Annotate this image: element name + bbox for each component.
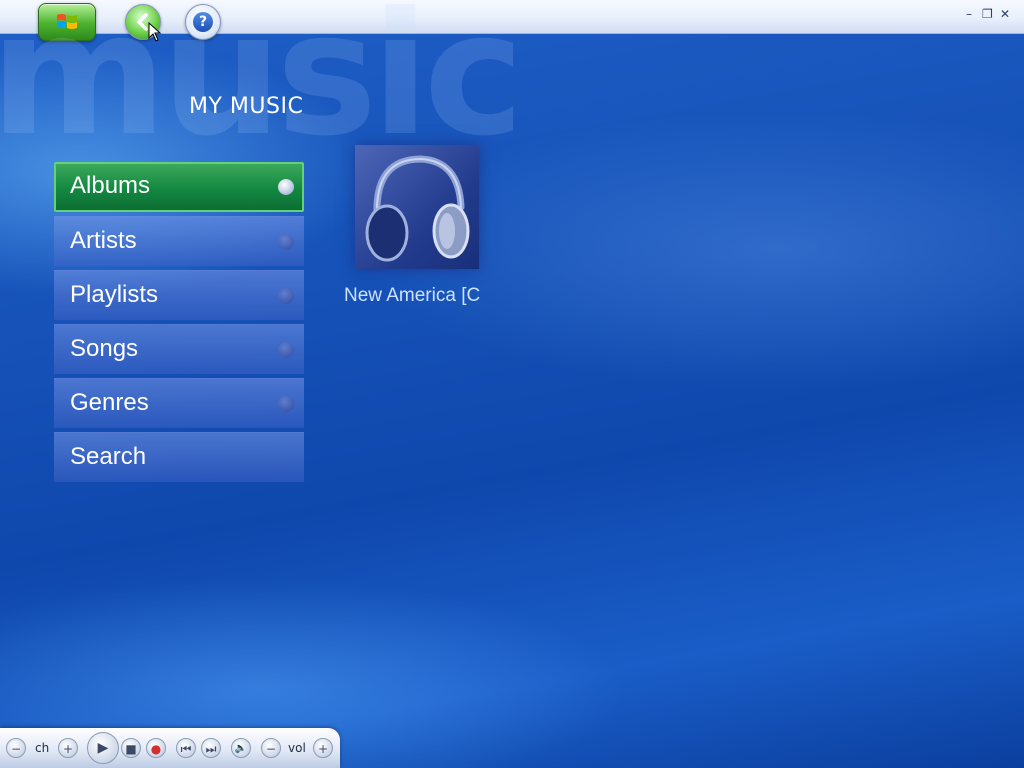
menu-item-label: Genres [70,389,149,416]
transport-controls: − ch + ▶ ■ ● ⏮ ⏭ 🔈 − vol + [0,728,340,768]
menu-item-label: Artists [70,227,137,254]
stop-button[interactable]: ■ [121,738,141,758]
album-art [355,145,479,269]
menu-item-search[interactable]: Search [54,432,304,482]
menu-item-playlists[interactable]: Playlists [54,270,304,320]
headphones-icon [365,155,470,262]
menu-item-label: Songs [70,335,139,362]
channel-down-button[interactable]: − [6,738,26,758]
menu-item-label: Search [70,443,147,470]
channel-label: ch [35,741,50,755]
menu-item-label: Albums [70,172,151,199]
menu-item-artists[interactable]: Artists [54,216,304,266]
menu-item-albums[interactable]: Albums [54,162,304,212]
selection-indicator [278,288,294,304]
menu-item-genres[interactable]: Genres [54,378,304,428]
volume-down-button[interactable]: − [261,738,281,758]
selection-indicator [278,342,294,358]
close-button[interactable]: ✕ [1000,7,1010,21]
volume-up-button[interactable]: + [313,738,333,758]
channel-up-button[interactable]: + [58,738,78,758]
restore-button[interactable]: ❐ [982,7,993,21]
music-menu: Albums Artists Playlists Songs Genres Se… [54,162,304,486]
next-button[interactable]: ⏭ [201,738,221,758]
menu-item-label: Playlists [70,281,159,308]
selection-indicator [278,234,294,250]
record-button[interactable]: ● [146,738,166,758]
menu-item-songs[interactable]: Songs [54,324,304,374]
mute-button[interactable]: 🔈 [231,738,251,758]
album-title: New America [C [344,285,481,306]
volume-label: vol [288,741,306,755]
selection-indicator [278,179,294,195]
page-title: MY MUSIC [189,94,304,119]
play-button[interactable]: ▶ [87,732,119,764]
section-watermark: music [0,0,524,174]
previous-button[interactable]: ⏮ [176,738,196,758]
selection-indicator [278,396,294,412]
minimize-button[interactable]: – [966,7,972,21]
